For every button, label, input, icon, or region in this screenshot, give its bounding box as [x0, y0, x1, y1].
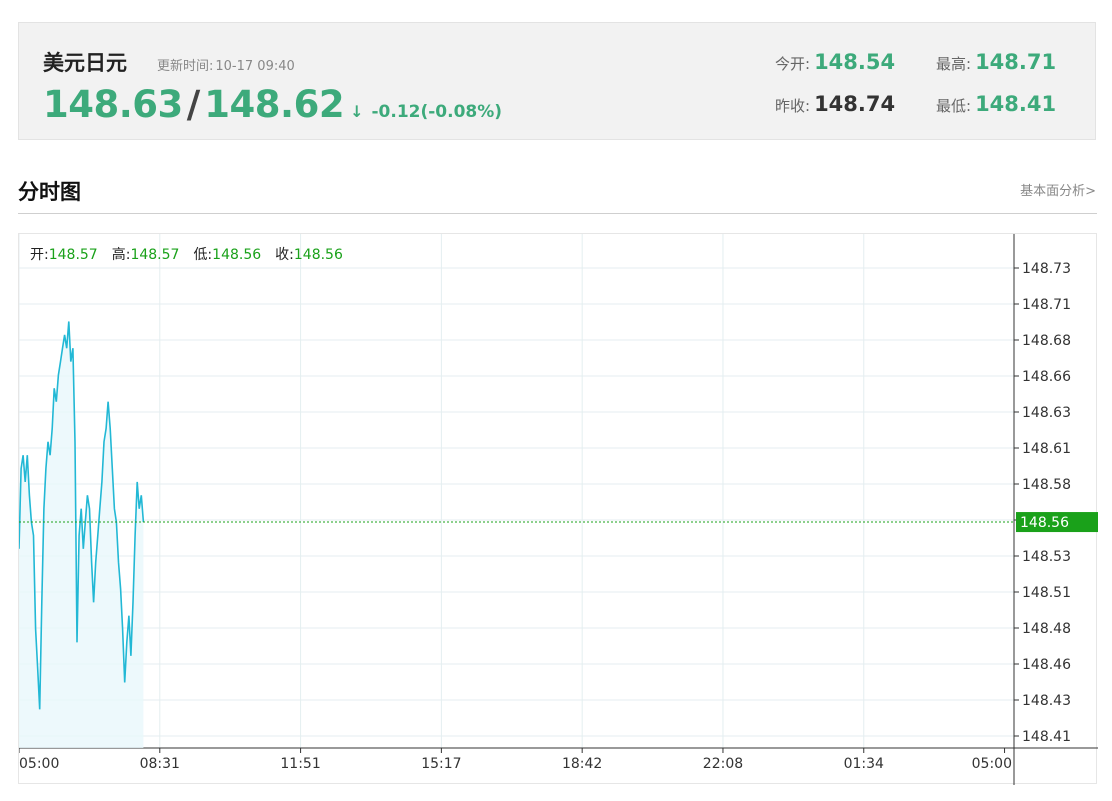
y-tick-label: 148.58	[1022, 477, 1071, 493]
y-tick-label: 148.41	[1022, 729, 1071, 745]
y-tick-label: 148.63	[1022, 405, 1071, 421]
y-tick-label: 148.46	[1022, 657, 1071, 673]
x-tick-label: 08:31	[140, 756, 180, 772]
price-row: 148.63 / 148.62 ↓ -0.12(-0.08%)	[43, 83, 502, 127]
intraday-chart: 148.73 148.71 148.68 148.66 148.63 148.61 148.…	[18, 233, 1098, 785]
x-tick-label: 11:51	[280, 756, 320, 772]
stat-low-label: 最低:	[936, 97, 972, 115]
ohlc-open-label: 开:	[30, 247, 49, 263]
stat-prev-close-label: 昨收:	[775, 97, 811, 115]
update-time-label: 更新时间:	[157, 59, 214, 74]
ohlc-low-label: 低:	[193, 247, 213, 263]
ohlc-high: 高:148.57	[112, 244, 180, 264]
stat-high-value: 148.71	[975, 50, 1057, 74]
ohlc-low: 低:148.56	[193, 244, 261, 264]
currency-pair-name: 美元日元	[43, 51, 127, 75]
stat-high-label: 最高:	[936, 55, 972, 73]
x-tick-label: 05:00	[972, 756, 1012, 772]
y-tick-label: 148.71	[1022, 297, 1071, 313]
y-tick-label: 148.73	[1022, 261, 1071, 277]
stat-open-value: 148.54	[814, 50, 896, 74]
x-tick-label: 01:34	[844, 756, 884, 772]
fundamental-analysis-link[interactable]: 基本面分析>	[1020, 180, 1096, 199]
quote-panel: 美元日元 更新时间: 10-17 09:40 148.63 / 148.62 ↓ …	[18, 22, 1096, 140]
update-time: 更新时间: 10-17 09:40	[155, 55, 295, 74]
price-change: -0.12(-0.08%)	[371, 102, 503, 122]
price-separator: /	[186, 83, 201, 126]
stat-prev-close: 昨收: 148.74	[775, 92, 895, 116]
stat-open-label: 今开:	[775, 55, 811, 73]
x-tick-label: 22:08	[703, 756, 743, 772]
ohlc-close-value: 148.56	[293, 247, 343, 263]
ohlc-close-label: 收:	[275, 247, 294, 263]
stat-open: 今开: 148.54	[775, 50, 895, 74]
y-tick-label: 148.61	[1022, 441, 1071, 457]
ask-price: 148.62	[204, 83, 345, 126]
down-arrow-icon: ↓	[350, 102, 364, 121]
y-tick-label: 148.48	[1022, 621, 1071, 637]
stat-low-value: 148.41	[975, 92, 1057, 116]
y-tick-label: 148.53	[1022, 549, 1071, 565]
ohlc-open-value: 148.57	[48, 247, 98, 263]
y-tick-label: 148.43	[1022, 693, 1071, 709]
y-tick-label: 148.68	[1022, 333, 1071, 349]
ohlc-open: 开:148.57	[30, 244, 98, 264]
y-tick-label: 148.66	[1022, 369, 1071, 385]
chart-svg: 148.73 148.71 148.68 148.66 148.63 148.61 148.…	[19, 234, 1098, 785]
x-tick-label: 18:42	[562, 756, 602, 772]
ohlc-row: 开:148.57 高:148.57 低:148.56 收:148.56	[30, 244, 357, 264]
bid-price: 148.63	[43, 83, 183, 126]
ohlc-high-value: 148.57	[130, 247, 180, 263]
stat-high: 最高: 148.71	[936, 50, 1056, 74]
x-tick-label: 05:00	[19, 756, 59, 772]
stat-prev-close-value: 148.74	[814, 92, 896, 116]
x-tick-label: 15:17	[421, 756, 461, 772]
current-price-label: 148.56	[1020, 515, 1069, 531]
update-time-value: 10-17 09:40	[215, 59, 295, 74]
stat-low: 最低: 148.41	[936, 92, 1056, 116]
section-title: 分时图	[18, 180, 81, 204]
ohlc-close: 收:148.56	[275, 244, 343, 264]
ohlc-low-value: 148.56	[212, 247, 262, 263]
ohlc-high-label: 高:	[111, 247, 131, 263]
section-divider	[18, 213, 1097, 214]
y-tick-label: 148.51	[1022, 585, 1071, 601]
